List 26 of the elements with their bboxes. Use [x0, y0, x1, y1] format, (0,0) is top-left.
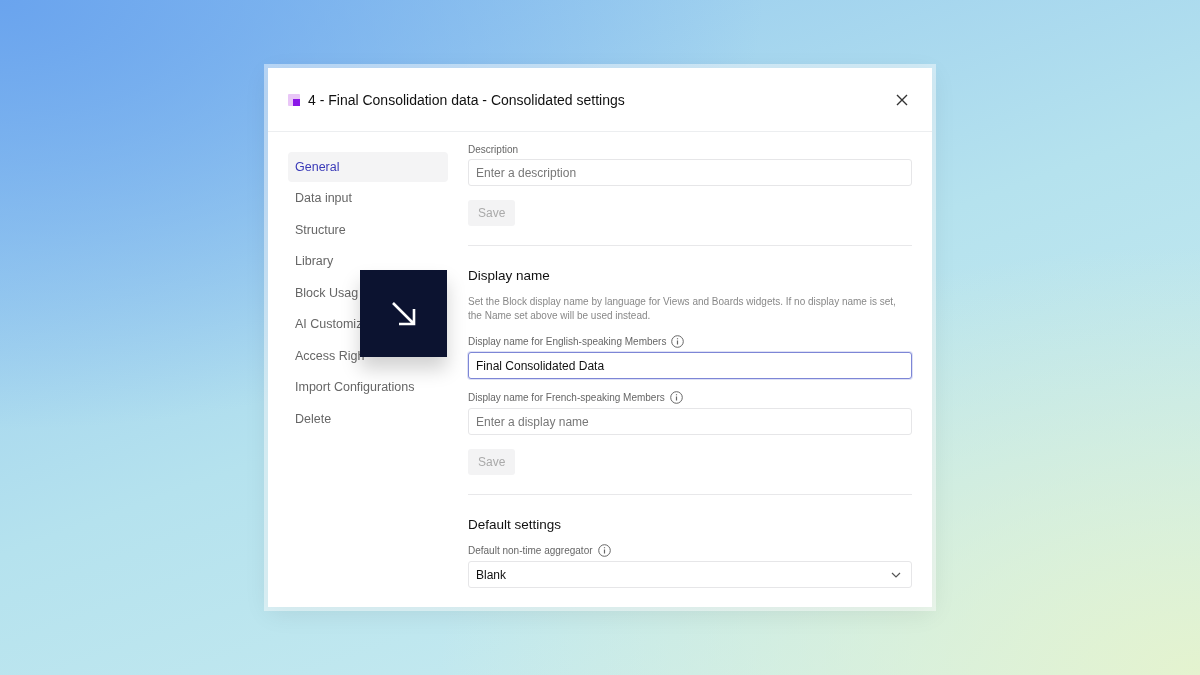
block-icon [288, 93, 300, 106]
sidebar-item[interactable]: Library [288, 246, 448, 276]
sidebar-item[interactable]: Import Configurations [288, 372, 448, 402]
arrow-icon [389, 299, 418, 328]
sidebar-item[interactable]: Delete [288, 404, 448, 434]
text-field[interactable]: Enter a display name [468, 408, 912, 435]
info-icon[interactable] [671, 335, 685, 348]
section-description: Set the Block display name by language for Views and Boards widgets. If no display name is set, the Name set above will be used instead. [468, 295, 897, 323]
info-icon[interactable] [597, 544, 611, 557]
field-label: Default non-time aggregator [468, 545, 593, 556]
info-icon[interactable] [669, 391, 683, 404]
sidebar-item[interactable]: Data input [288, 183, 448, 213]
sidebar-item[interactable]: Structure [288, 215, 448, 245]
text-field[interactable]: Enter a description [468, 159, 912, 186]
field-label: Description [468, 144, 519, 155]
select-field[interactable]: Blank [468, 561, 912, 588]
sidebar-item[interactable]: AI Customiz [288, 309, 448, 339]
dialog-title: 4 - Final Consolidation data - Consolidated settings [308, 91, 626, 108]
chevron-down-icon [891, 571, 901, 578]
section-heading: Default settings [468, 517, 563, 532]
sidebar-item[interactable]: Block Usag [288, 278, 448, 308]
field-label: Display name for English-speaking Members [468, 336, 667, 347]
section-heading: Display name [468, 268, 551, 283]
sidebar-item[interactable]: General [288, 152, 448, 182]
field-label: Display name for French-speaking Members [468, 392, 665, 403]
text-field[interactable]: Final Consolidated Data [468, 352, 912, 379]
